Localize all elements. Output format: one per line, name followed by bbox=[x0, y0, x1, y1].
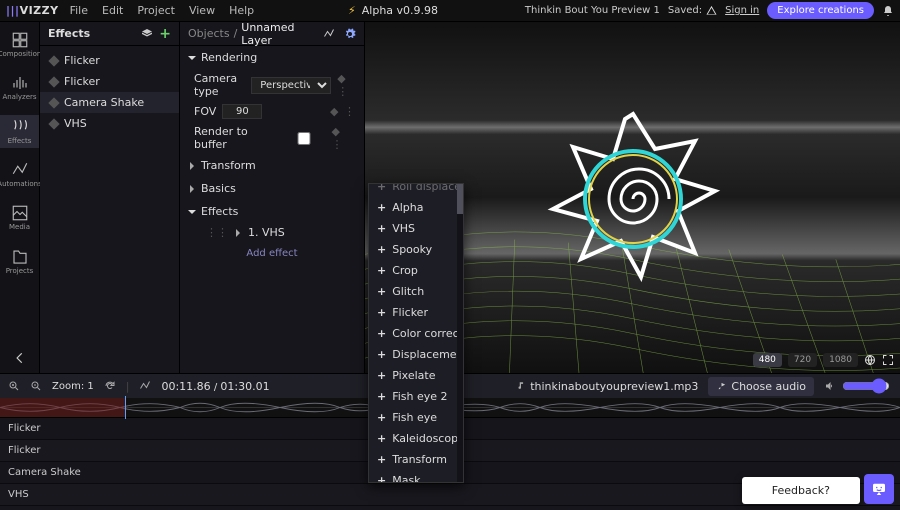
effect-picker-menu: +Roll displace+Alpha+VHS+Spooky+Crop+Gli… bbox=[368, 183, 464, 483]
menu-project[interactable]: Project bbox=[130, 1, 182, 20]
menu-file[interactable]: File bbox=[63, 1, 95, 20]
fx-menu-item[interactable]: +Crop bbox=[369, 260, 463, 281]
resolution-chips: 480 720 1080 bbox=[753, 353, 894, 367]
section-basics[interactable]: Basics bbox=[180, 177, 364, 200]
audio-visual bbox=[523, 99, 743, 299]
bell-icon[interactable] bbox=[882, 5, 894, 17]
fx-menu-item[interactable]: +Fish eye bbox=[369, 407, 463, 428]
menu-scrollbar[interactable] bbox=[457, 184, 463, 482]
project-name: Thinkin Bout You Preview 1 bbox=[525, 5, 660, 16]
add-effect-icon[interactable]: + bbox=[159, 26, 171, 42]
res-480[interactable]: 480 bbox=[753, 353, 782, 367]
rail-effects[interactable]: Effects bbox=[0, 115, 39, 148]
globe-icon[interactable] bbox=[864, 354, 876, 366]
rail-media[interactable]: Media bbox=[0, 201, 39, 234]
rail-projects[interactable]: Projects bbox=[0, 245, 39, 278]
fx-menu-item[interactable]: +Glitch bbox=[369, 281, 463, 302]
volume-slider[interactable] bbox=[842, 378, 890, 394]
fx-menu-item[interactable]: +Pixelate bbox=[369, 365, 463, 386]
fov-input[interactable] bbox=[222, 104, 262, 119]
fx-menu-item[interactable]: +Kaleidoscope bbox=[369, 428, 463, 449]
effects-list: Flicker Flicker Camera Shake VHS bbox=[40, 46, 179, 138]
refresh-icon[interactable] bbox=[104, 380, 116, 392]
volume-control bbox=[824, 376, 892, 396]
fx-menu-item[interactable]: +Roll displace bbox=[369, 183, 463, 197]
breadcrumb-root[interactable]: Objects bbox=[188, 27, 230, 40]
saved-status: Saved: bbox=[668, 5, 717, 16]
camera-type-select[interactable]: Perspective bbox=[251, 77, 331, 94]
effect-item[interactable]: Camera Shake bbox=[40, 92, 179, 113]
fx-menu-item[interactable]: +VHS bbox=[369, 218, 463, 239]
gear-icon[interactable] bbox=[344, 28, 356, 40]
app-logo: |||VIZZY bbox=[6, 4, 59, 17]
zoom-label: Zoom: 1 bbox=[52, 381, 94, 392]
menu-view[interactable]: View bbox=[182, 1, 222, 20]
stack-icon[interactable] bbox=[141, 28, 153, 40]
graph-icon[interactable] bbox=[323, 28, 335, 40]
waveform-selection[interactable] bbox=[0, 398, 125, 417]
zoom-out-icon[interactable] bbox=[30, 380, 42, 392]
rail-automations[interactable]: Automations bbox=[0, 158, 39, 191]
fx-menu-item[interactable]: +Flicker bbox=[369, 302, 463, 323]
fx-menu-item[interactable]: +Alpha bbox=[369, 197, 463, 218]
add-effect-button[interactable]: Add effect bbox=[180, 242, 364, 265]
version-badge: ⚡Alpha v0.9.98 bbox=[348, 4, 438, 17]
effects-panel: Effects + Flicker Flicker Camera Shake V… bbox=[40, 22, 180, 373]
prop-camera-type: Camera type Perspective ◆ ⋮ bbox=[180, 69, 364, 101]
automation-toggle-icon[interactable] bbox=[139, 380, 151, 392]
menu-scroll-thumb[interactable] bbox=[457, 184, 463, 214]
fx-menu-item[interactable]: +Fish eye 2 bbox=[369, 386, 463, 407]
choose-audio-button[interactable]: Choose audio bbox=[708, 377, 814, 396]
tool-rail: Composition Analyzers Effects Automation… bbox=[0, 22, 40, 373]
rail-analyzers[interactable]: Analyzers bbox=[0, 71, 39, 104]
audio-filename: thinkinaboutyoupreview1.mp3 bbox=[516, 380, 698, 393]
section-transform[interactable]: Transform bbox=[180, 154, 364, 177]
menu-help[interactable]: Help bbox=[222, 1, 261, 20]
volume-icon[interactable] bbox=[824, 380, 836, 392]
fx-menu-item[interactable]: +Spooky bbox=[369, 239, 463, 260]
back-button[interactable] bbox=[13, 351, 27, 365]
prop-fov: FOV ◆ ⋮ bbox=[180, 101, 364, 122]
inspector-effect-item[interactable]: ⋮⋮ 1. VHS bbox=[180, 223, 364, 242]
warning-icon bbox=[706, 5, 717, 16]
sign-in-link[interactable]: Sign in bbox=[725, 5, 759, 16]
explore-button[interactable]: Explore creations bbox=[767, 2, 874, 19]
time-display: 00:11.86 / 01:30.01 bbox=[161, 380, 269, 393]
render-buffer-checkbox[interactable] bbox=[285, 132, 323, 145]
section-effects[interactable]: Effects bbox=[180, 200, 364, 223]
effect-item[interactable]: Flicker bbox=[40, 50, 179, 71]
rail-composition[interactable]: Composition bbox=[0, 28, 39, 61]
breadcrumb-layer[interactable]: Unnamed Layer bbox=[241, 21, 315, 47]
fx-menu-item[interactable]: +Color correction bbox=[369, 323, 463, 344]
fx-menu-item[interactable]: +Displacement bbox=[369, 344, 463, 365]
prop-render-buffer: Render to buffer ◆ ⋮ bbox=[180, 122, 364, 154]
playhead[interactable] bbox=[125, 396, 126, 419]
fullscreen-icon[interactable] bbox=[882, 354, 894, 366]
fx-menu-item[interactable]: +Mask bbox=[369, 470, 463, 483]
chat-icon[interactable] bbox=[864, 474, 894, 504]
res-1080[interactable]: 1080 bbox=[823, 353, 858, 367]
effect-item[interactable]: VHS bbox=[40, 113, 179, 134]
main-menu: File Edit Project View Help bbox=[63, 1, 262, 20]
feedback-button[interactable]: Feedback? bbox=[742, 477, 860, 504]
fx-menu-item[interactable]: +Transform bbox=[369, 449, 463, 470]
menu-edit[interactable]: Edit bbox=[95, 1, 130, 20]
res-720[interactable]: 720 bbox=[788, 353, 817, 367]
effects-panel-title: Effects bbox=[48, 27, 141, 40]
zoom-in-icon[interactable] bbox=[8, 380, 20, 392]
section-rendering[interactable]: Rendering bbox=[180, 46, 364, 69]
effect-item[interactable]: Flicker bbox=[40, 71, 179, 92]
inspector-panel: Objects / Unnamed Layer Rendering Camera… bbox=[180, 22, 365, 373]
top-menu-bar: |||VIZZY File Edit Project View Help ⚡Al… bbox=[0, 0, 900, 22]
